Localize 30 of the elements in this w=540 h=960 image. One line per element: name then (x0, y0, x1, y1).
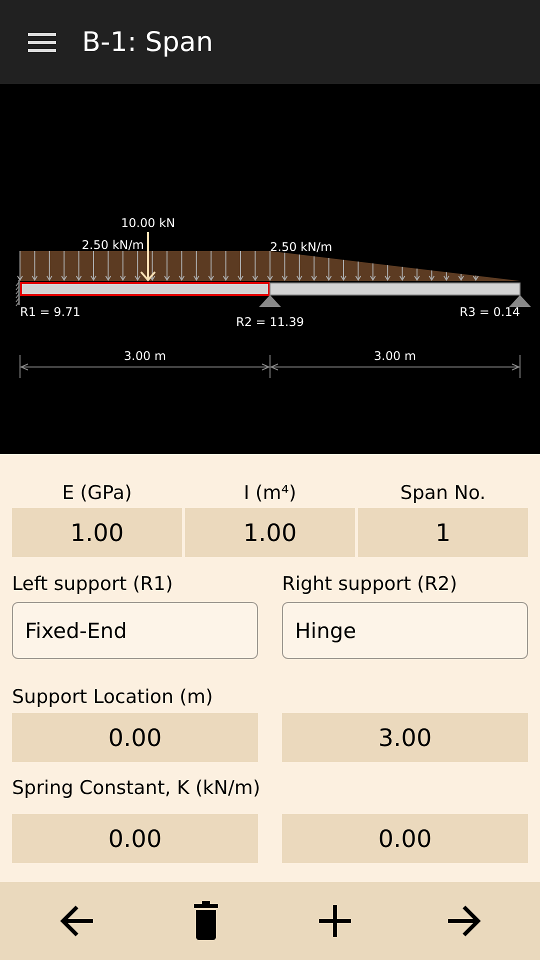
input-field[interactable]: 0.00 (282, 814, 528, 863)
span-length-label: 3.00 m (374, 349, 416, 363)
span-length-label: 3.00 m (124, 349, 166, 363)
input-field[interactable]: 1 (358, 508, 528, 557)
screen-title: B-1: Span (82, 26, 214, 58)
hinge-support-icon (509, 295, 531, 307)
point-load-label: 10.00 kN (120, 216, 176, 230)
load-label: 2.50 kN/m (82, 238, 144, 252)
load-label: 2.50 kN/m (270, 240, 332, 254)
dropdown-field[interactable]: Hinge (282, 602, 528, 659)
field-label: E (GPa) (61, 482, 133, 506)
input-field[interactable]: 1.00 (12, 508, 182, 557)
reaction-label: R2 = 11.39 (236, 315, 304, 329)
dropdown-field[interactable]: Fixed-End (12, 602, 258, 659)
input-field[interactable]: 0.00 (12, 814, 258, 863)
input-field[interactable]: 1.00 (185, 508, 355, 557)
field-label: I (m⁴) (242, 482, 298, 506)
field-label: Span No. (399, 482, 487, 506)
input-field[interactable]: 3.00 (282, 713, 528, 762)
input-field[interactable]: 0.00 (12, 713, 258, 762)
field-label: Right support (R2) (282, 573, 458, 597)
reaction-label: R3 = 0.14 (460, 305, 520, 319)
menu-icon[interactable] (28, 30, 56, 54)
beam-segment[interactable] (20, 282, 270, 296)
fixed-support-icon (16, 280, 20, 306)
field-label: Left support (R1) (12, 573, 174, 597)
field-label: Spring Constant, K (kN/m) (12, 777, 262, 801)
reaction-label: R1 = 9.71 (20, 305, 80, 319)
hinge-support-icon (259, 295, 281, 307)
field-label: Support Location (m) (12, 686, 214, 710)
